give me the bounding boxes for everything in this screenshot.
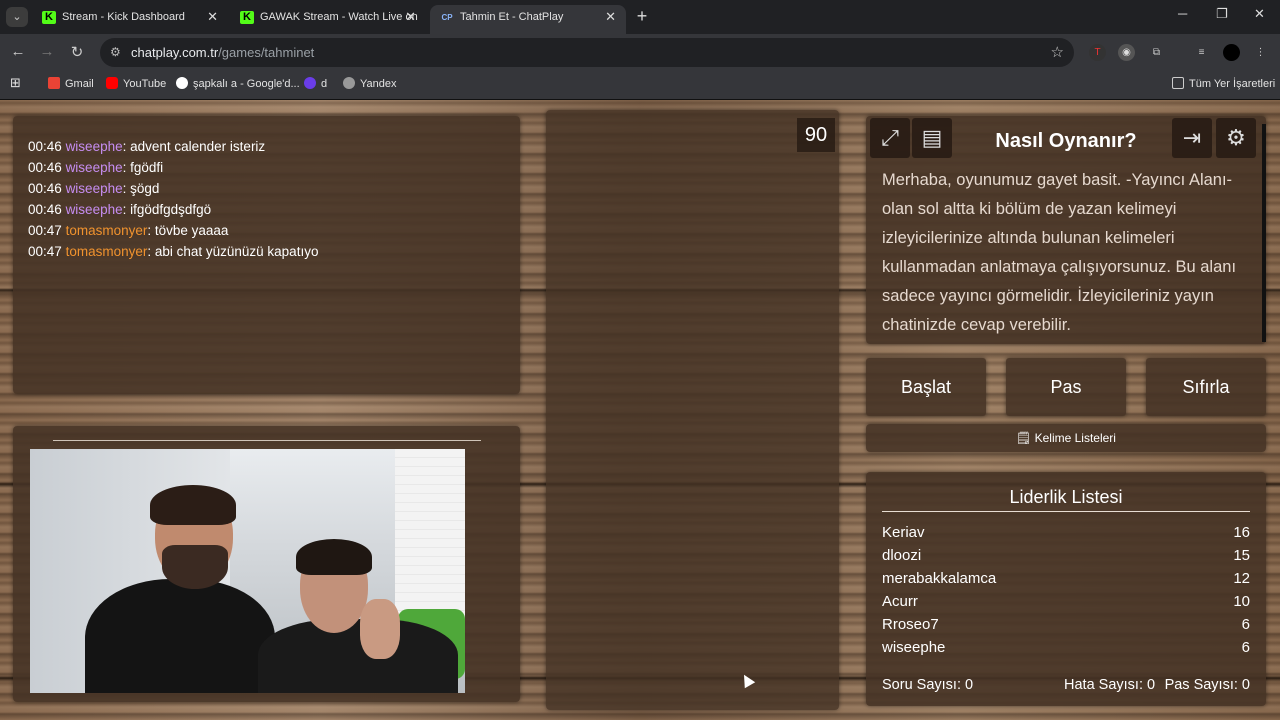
menu-icon[interactable]: ⋮	[1252, 44, 1269, 61]
how-to-play-panel: ⤢ ▤ ⇥ ⚙ Nasıl Oynanır? Merhaba, oyunumuz…	[866, 116, 1266, 344]
bookmark-site-icon	[304, 77, 316, 89]
streamer-area-panel	[13, 426, 520, 702]
close-window-icon[interactable]: ✕	[1254, 6, 1265, 22]
close-tab-icon[interactable]: ✕	[405, 5, 416, 29]
game-stats: Soru Sayısı: 0 Hata Sayısı: 0 Pas Sayısı…	[882, 677, 1250, 693]
bookmark-d[interactable]: d	[304, 77, 327, 90]
chat-message: 00:47 tomasmonyer: abi chat yüzünüzü kap…	[28, 244, 319, 259]
word-lists-button[interactable]: 🗒 Kelime Listeleri	[866, 424, 1266, 452]
tab-kick-dashboard[interactable]: K Stream - Kick Dashboard ✕	[32, 5, 228, 34]
reset-button[interactable]: Sıfırla	[1146, 358, 1266, 416]
extension-icon[interactable]: ◉	[1118, 44, 1135, 61]
youtube-icon	[106, 77, 118, 89]
leaderboard-row: dloozi 15	[882, 547, 1250, 564]
bookmark-gmail[interactable]: Gmail	[48, 77, 94, 90]
chat-message: 00:47 tomasmonyer: tövbe yaaaa	[28, 223, 229, 238]
omnibox[interactable]: ⚙ chatplay.com.tr/games/tahminet ☆	[100, 38, 1074, 67]
divider	[53, 440, 481, 441]
site-info-icon[interactable]: ⚙	[110, 45, 121, 59]
webcam-video	[30, 449, 465, 693]
folder-icon	[1172, 77, 1184, 89]
chat-message: 00:46 wiseephe: ifgödfgdşdfgö	[28, 202, 212, 217]
new-tab-button[interactable]: +	[632, 5, 652, 29]
extensions-puzzle-icon[interactable]: ⧉	[1148, 44, 1165, 61]
leaderboard-row: Rroseo7 6	[882, 616, 1250, 633]
close-tab-icon[interactable]: ✕	[207, 5, 218, 29]
leaderboard-row: Keriav 16	[882, 524, 1250, 541]
game-board: 90	[546, 110, 839, 710]
chat-panel: 00:46 wiseephe: advent calender isteriz …	[13, 116, 520, 394]
back-icon[interactable]: ←	[8, 43, 28, 60]
tab-search-button[interactable]: ⌄	[6, 7, 28, 27]
bookmarks-bar: ⊞ Gmail YouTube şapkalı a - Google'd... …	[0, 71, 1280, 100]
divider	[882, 511, 1250, 512]
scrollbar[interactable]	[1262, 124, 1266, 342]
leaderboard-row: wiseephe 6	[882, 639, 1250, 656]
leaderboard-row: Acurr 10	[882, 593, 1250, 610]
tab-title: Tahmin Et - ChatPlay	[460, 11, 564, 23]
start-button[interactable]: Başlat	[866, 358, 986, 416]
bookmark-yandex[interactable]: Yandex	[343, 77, 397, 90]
tab-title: GAWAK Stream - Watch Live on	[260, 11, 418, 23]
globe-icon	[343, 77, 355, 89]
restore-icon[interactable]: ❐	[1216, 6, 1228, 22]
bookmark-google[interactable]: şapkalı a - Google'd...	[176, 77, 300, 90]
chat-message: 00:46 wiseephe: şögd	[28, 181, 160, 196]
apps-grid-icon[interactable]: ⊞	[10, 75, 21, 91]
extension-icon[interactable]: T	[1089, 44, 1106, 61]
tab-title: Stream - Kick Dashboard	[62, 11, 185, 23]
all-bookmarks[interactable]: Tüm Yer İşaretleri	[1172, 77, 1275, 90]
countdown-timer: 90	[797, 118, 835, 152]
bookmark-youtube[interactable]: YouTube	[106, 77, 166, 90]
google-icon	[176, 77, 188, 89]
bookmark-star-icon[interactable]: ☆	[1051, 43, 1064, 61]
question-count: Soru Sayısı: 0	[882, 677, 974, 693]
forward-icon[interactable]: →	[37, 43, 57, 60]
leaderboard-row: merabakkalamca 12	[882, 570, 1250, 587]
how-to-play-text: Merhaba, oyunumuz gayet basit. -Yayıncı …	[882, 171, 1237, 334]
chatplay-icon: CP	[441, 13, 453, 22]
error-count: Hata Sayısı: 0	[1064, 677, 1156, 693]
chat-message: 00:46 wiseephe: fgödfi	[28, 160, 164, 175]
url-text[interactable]: chatplay.com.tr/games/tahminet	[131, 45, 314, 60]
word-lists-label: Kelime Listeleri	[1034, 431, 1116, 445]
reload-icon[interactable]: ↻	[67, 43, 87, 61]
browser-tab-strip: ⌄ K Stream - Kick Dashboard ✕ K GAWAK St…	[0, 0, 1280, 34]
address-bar-row: ← → ↻ ⚙ chatplay.com.tr/games/tahminet ☆…	[0, 34, 1280, 71]
notepad-icon: 🗒	[1016, 431, 1035, 445]
how-to-play-title: Nasıl Oynanır?	[995, 130, 1137, 152]
game-page: 00:46 wiseephe: advent calender isteriz …	[0, 100, 1280, 720]
kick-icon: K	[240, 11, 254, 24]
media-control-icon[interactable]: ≡	[1193, 44, 1210, 61]
pass-button[interactable]: Pas	[1006, 358, 1126, 416]
chat-message: 00:46 wiseephe: advent calender isteriz	[28, 139, 266, 154]
kick-icon: K	[42, 11, 56, 24]
minimize-icon[interactable]: ─	[1178, 6, 1187, 21]
gmail-icon	[48, 77, 60, 89]
leaderboard-title: Liderlik Listesi	[1009, 487, 1123, 507]
pass-count: Pas Sayısı: 0	[1164, 677, 1250, 693]
profile-avatar[interactable]	[1223, 44, 1240, 61]
tab-tahmin-et[interactable]: CP Tahmin Et - ChatPlay ✕	[430, 5, 626, 34]
tab-gawak-stream[interactable]: K GAWAK Stream - Watch Live on ✕	[230, 5, 426, 34]
close-tab-icon[interactable]: ✕	[605, 5, 616, 29]
leaderboard-panel: Liderlik Listesi Keriav 16 dloozi 15 merab…	[866, 472, 1266, 706]
